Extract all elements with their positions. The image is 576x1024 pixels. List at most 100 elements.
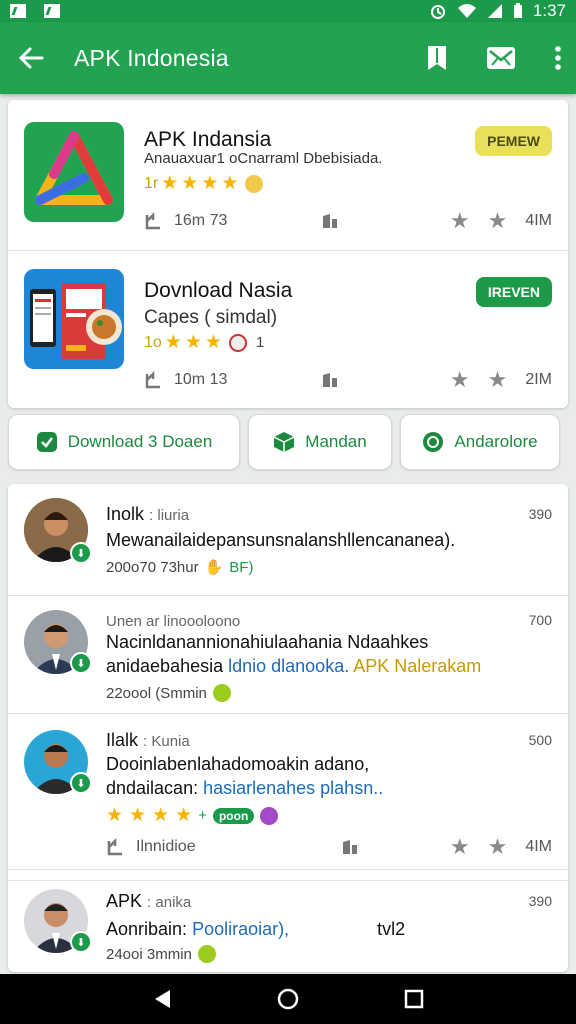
rating-prefix: 1r (144, 174, 159, 192)
author-name: APK (106, 891, 143, 911)
star-outline-icon[interactable]: ★ (450, 208, 470, 234)
post-author: APK : anika (106, 891, 191, 912)
reply-icon[interactable] (106, 837, 126, 857)
post-time: 24ooi 3mmin (106, 945, 192, 963)
arrow-back-icon (18, 47, 44, 69)
system-nav-bar (0, 974, 576, 1024)
post-text-prefix: Aonribain: (106, 919, 193, 939)
post-link[interactable]: ldnio dlanooka. (228, 656, 349, 676)
author-name: Ilalk (106, 730, 139, 750)
action-buttons: Download 3 Doaen Mandan Andarolore (8, 414, 568, 474)
post-link[interactable]: hasiarlenahes plahsn.. (203, 778, 383, 798)
app-screenshot-icon (30, 283, 122, 359)
battery-icon (513, 3, 522, 18)
app-list-card: APK Indansia Anauaxuar1 oCnarraml Dbebis… (8, 100, 568, 408)
post-text-prefix: dndailacan: (106, 778, 204, 798)
andarolore-button[interactable]: Andarolore (400, 414, 560, 470)
verified-badge-icon: ⬇ (70, 542, 92, 564)
star-icon: ★ (221, 173, 239, 194)
overflow-menu-button[interactable] (554, 45, 562, 71)
emoji-icon (212, 684, 231, 702)
verified-badge-icon: ⬇ (70, 652, 92, 674)
author-suffix: : anika (147, 894, 192, 911)
andarolore-button-label: Andarolore (454, 432, 538, 451)
bookmark-icon (428, 46, 446, 70)
emoji-icon (228, 333, 247, 352)
star-outline-icon[interactable]: ★ (488, 367, 508, 393)
rating-prefix: 1o (144, 333, 162, 351)
post-link[interactable]: APK Nalerakam (353, 656, 481, 676)
post-tag[interactable]: BF) (229, 559, 253, 576)
author-suffix: : liuria (149, 507, 190, 524)
notification-icon (10, 4, 26, 18)
star-icon: ★ (201, 173, 219, 194)
app-logo-icon (35, 131, 113, 205)
back-button[interactable] (18, 46, 44, 70)
share-icon[interactable] (340, 837, 360, 857)
mandan-button-label: Mandan (305, 432, 367, 451)
star-icon: ★ (181, 173, 199, 194)
share-icon[interactable] (320, 370, 340, 390)
list-item[interactable]: ⬇ Inolk : liuria 390 Mewanailaidepansuns… (8, 484, 568, 596)
star-outline-icon[interactable]: ★ (450, 367, 470, 393)
app-subtitle: Capes ( simdal) (144, 307, 278, 328)
mail-button[interactable] (486, 45, 516, 71)
post-tag[interactable]: poon (212, 807, 255, 824)
back-triangle-icon[interactable] (152, 988, 172, 1010)
post-count: 700 (528, 612, 552, 628)
list-item[interactable]: ⬇ Unen ar linoooloono 700 Nacinldanannio… (8, 596, 568, 714)
post-rating: ★ ★ ★ ★ + poon (106, 805, 279, 826)
app-bar: APK Indonesia (0, 22, 576, 94)
download-icon (145, 211, 160, 230)
emoji-icon (197, 945, 216, 963)
post-time: 200o70 73hur (106, 558, 199, 576)
notification-icon (44, 4, 60, 18)
app-size: 2IM (525, 371, 552, 388)
post-footer: 24ooi 3mmin (106, 945, 216, 963)
alarm-icon (430, 5, 445, 19)
post-footer: 200o70 73hur ✋ BF) (106, 558, 253, 577)
star-outline-icon[interactable]: ★ (450, 834, 470, 860)
app-icon (24, 269, 124, 369)
post-text: Aonribain: Pooliraoiar), tvl2 (106, 917, 548, 941)
post-footer: 22oool (Smmin (106, 684, 231, 702)
post-meta-text: Ilnnidioe (136, 838, 196, 855)
mail-icon (487, 47, 515, 69)
post-text-line2: dndailacan: hasiarlenahes plahsn.. (106, 776, 548, 800)
app-icon (24, 122, 124, 222)
list-item[interactable]: ⬇ Ilalk : Kunia 500 Dooinlabenlahadomoak… (8, 714, 568, 870)
signal-icon (487, 4, 502, 18)
star-icon: ★ (204, 332, 222, 353)
star-outline-icon[interactable]: ★ (488, 208, 508, 234)
post-count: 500 (528, 732, 552, 748)
app-list-item[interactable]: APK Indansia Anauaxuar1 oCnarraml Dbebis… (8, 100, 568, 250)
preview-badge[interactable]: IREVEN (475, 277, 552, 307)
emoji-icon (245, 174, 264, 193)
star-icon: ★ (164, 332, 182, 353)
more-vert-icon (555, 46, 561, 70)
app-name: Dovnload Nasia (144, 279, 293, 302)
bookmark-button[interactable] (426, 45, 448, 71)
plus-icon: + (198, 807, 207, 824)
preview-badge[interactable]: PEMEW (475, 126, 552, 156)
verified-badge-icon: ⬇ (70, 772, 92, 794)
post-link[interactable]: Pooliraoiar), (192, 919, 289, 939)
share-icon[interactable] (320, 211, 340, 231)
author-name: Inolk (106, 504, 145, 524)
cube-icon (273, 432, 295, 452)
post-count: 390 (528, 893, 552, 909)
app-list-item[interactable]: Dovnload Nasia Capes ( simdal) 1o ★ ★ ★ … (8, 250, 568, 400)
app-subtitle: Anauaxuar1 oCnarraml Dbebisiada. (144, 150, 383, 167)
star-icon: ★ (184, 332, 202, 353)
post-size: 4IM (525, 838, 552, 855)
star-icon: ★ (152, 805, 170, 826)
download-count: 16m 73 (174, 212, 228, 229)
comment-feed: ⬇ Inolk : liuria 390 Mewanailaidepansuns… (8, 484, 568, 972)
mandan-button[interactable]: Mandan (248, 414, 392, 470)
download-button[interactable]: Download 3 Doaen (8, 414, 240, 470)
emoji-icon (260, 806, 279, 825)
list-item[interactable]: ⬇ APK : anika 390 Aonribain: Pooliraoiar… (8, 880, 568, 972)
star-outline-icon[interactable]: ★ (488, 834, 508, 860)
home-circle-icon[interactable] (276, 987, 300, 1011)
recents-square-icon[interactable] (404, 989, 424, 1009)
